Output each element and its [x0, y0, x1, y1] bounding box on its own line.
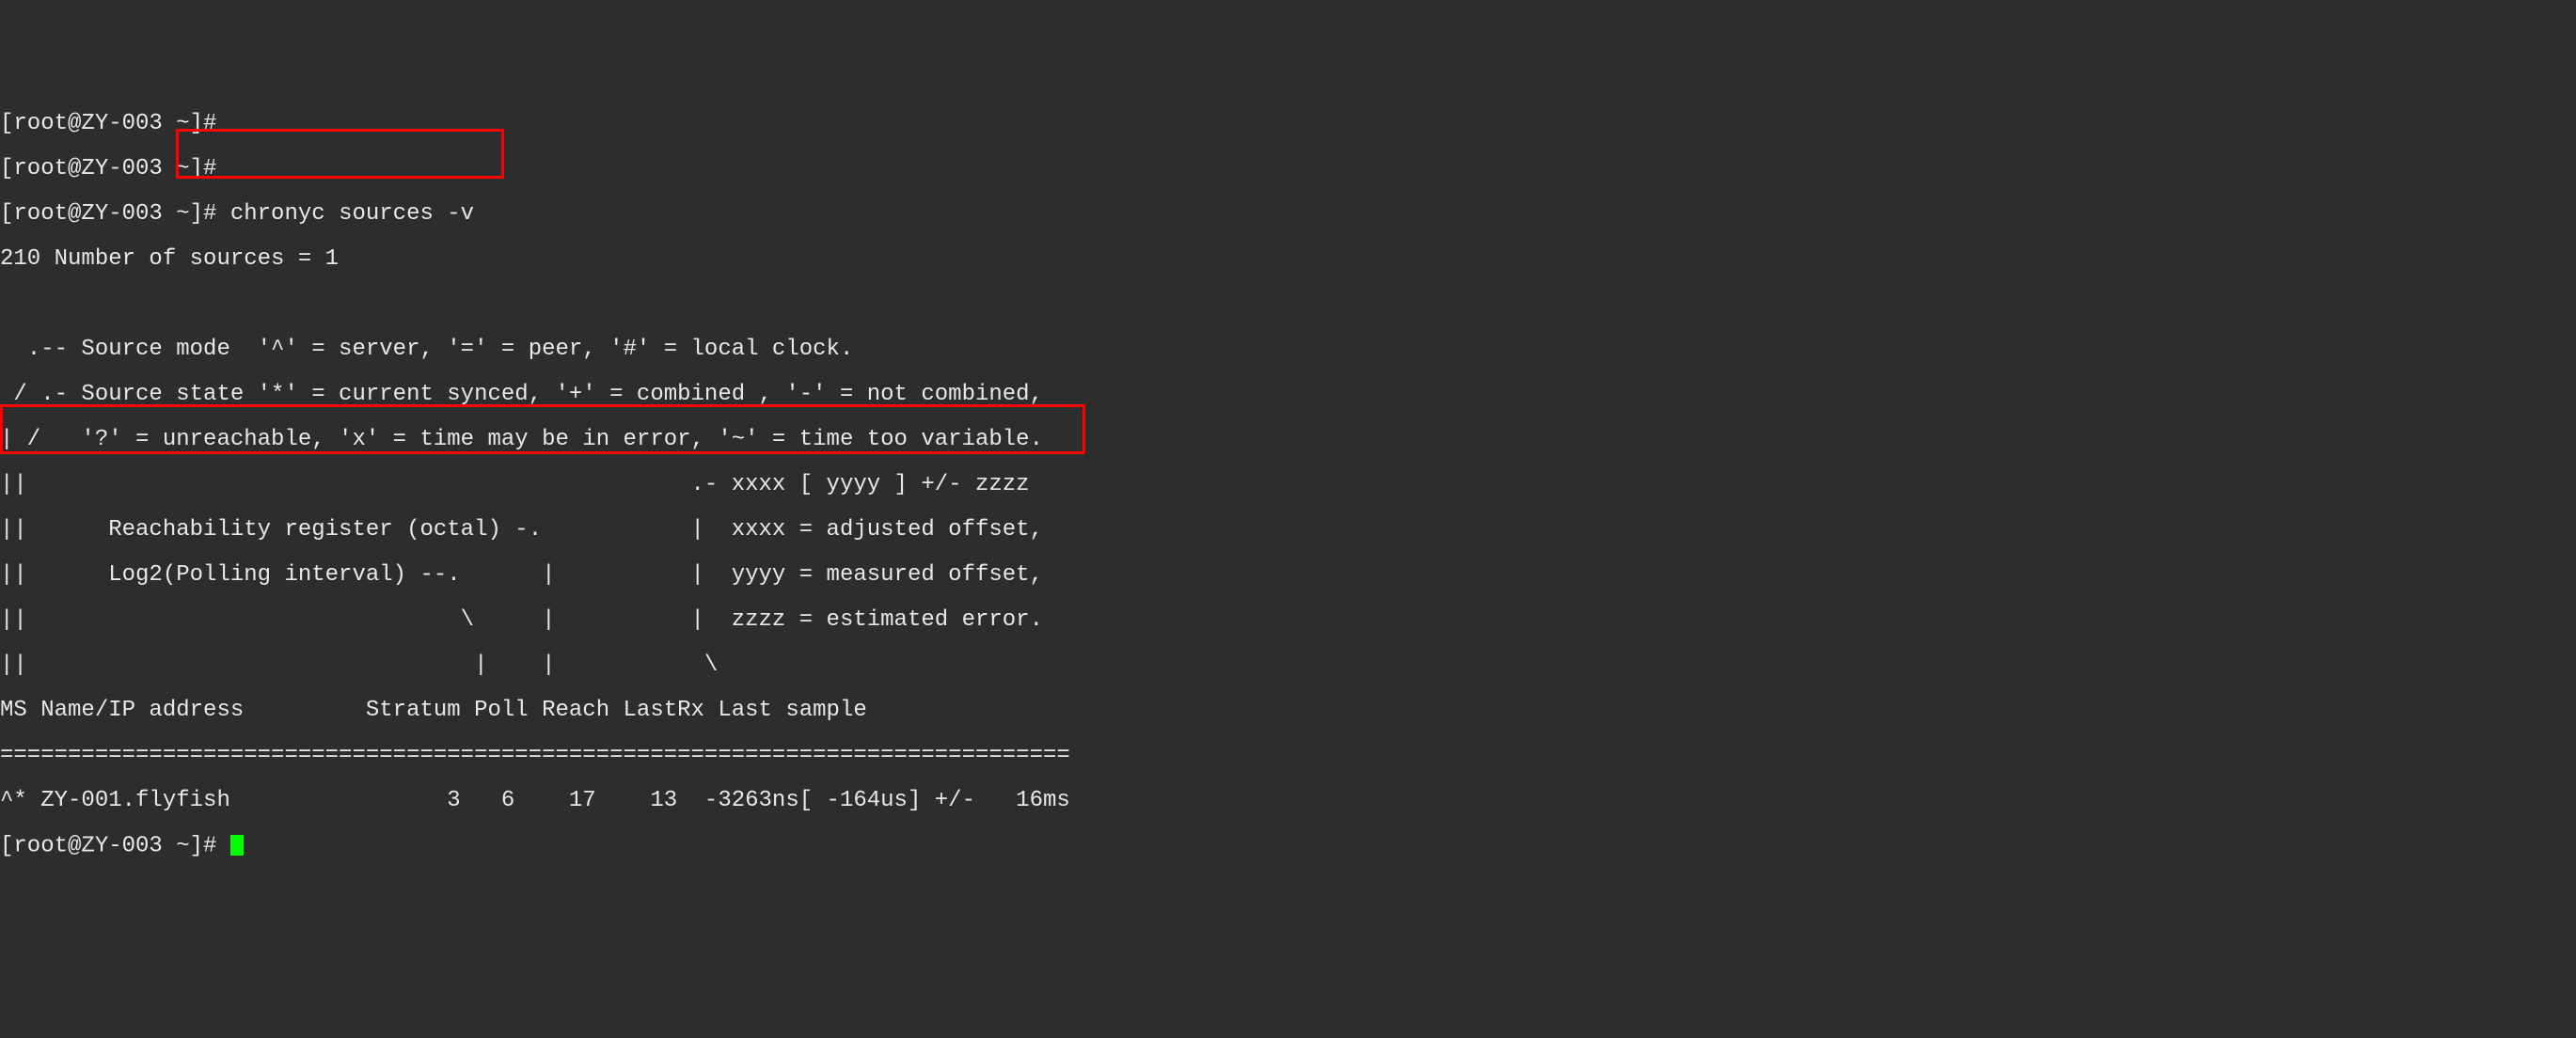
- output-line: | / '?' = unreachable, 'x' = time may be…: [0, 429, 2576, 451]
- output-line: || Reachability register (octal) -. | xx…: [0, 519, 2576, 542]
- prompt-line: [root@ZY-003 ~]#: [0, 158, 2576, 181]
- prompt: [root@ZY-003 ~]#: [0, 201, 230, 227]
- output-line: || .- xxxx [ yyyy ] +/- zzzz: [0, 474, 2576, 496]
- output-line: / .- Source state '*' = current synced, …: [0, 384, 2576, 406]
- table-divider: ========================================…: [0, 745, 2576, 767]
- output-line: || \ | | zzzz = estimated error.: [0, 609, 2576, 632]
- table-row: ^* ZY-001.flyfish 3 6 17 13 -3263ns[ -16…: [0, 790, 2576, 812]
- cursor-icon: [230, 835, 244, 856]
- table-header: MS Name/IP address Stratum Poll Reach La…: [0, 700, 2576, 722]
- output-line: [0, 293, 2576, 316]
- terminal[interactable]: [root@ZY-003 ~]# [root@ZY-003 ~]# [root@…: [0, 90, 2576, 948]
- prompt-line: [root@ZY-003 ~]#: [0, 113, 2576, 135]
- output-line: 210 Number of sources = 1: [0, 248, 2576, 271]
- output-line: || | | \: [0, 654, 2576, 677]
- command-text: chronyc sources -v: [230, 201, 474, 227]
- output-line: || Log2(Polling interval) --. | | yyyy =…: [0, 564, 2576, 587]
- command-line: [root@ZY-003 ~]# chronyc sources -v: [0, 203, 2576, 226]
- prompt-line: [root@ZY-003 ~]#: [0, 835, 2576, 857]
- prompt: [root@ZY-003 ~]#: [0, 833, 230, 858]
- output-line: .-- Source mode '^' = server, '=' = peer…: [0, 338, 2576, 361]
